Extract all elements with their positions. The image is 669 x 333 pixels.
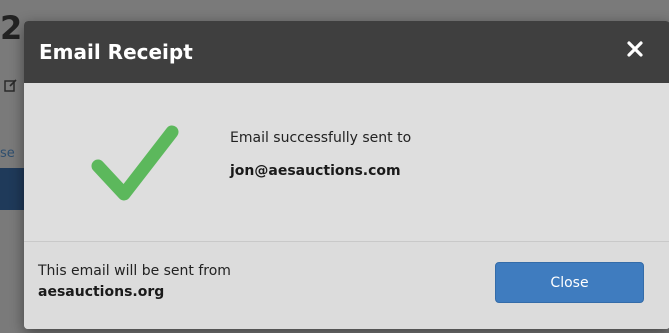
sender-domain: aesauctions.org [38,284,165,300]
close-icon[interactable] [621,35,649,63]
modal-header: Email Receipt [24,21,669,83]
recipient-email: jon@aesauctions.com [230,163,401,179]
modal-title: Email Receipt [39,40,193,64]
edit-icon [4,79,17,92]
background-band [0,168,24,210]
modal-body: Email successfully sent to jon@aesauctio… [24,83,669,241]
checkmark-icon [91,125,179,201]
sender-note: This email will be sent from [38,263,231,279]
status-message: Email successfully sent to [230,130,412,146]
close-button[interactable]: Close [495,262,644,303]
background-text-fragment: se [0,146,15,161]
background-heading: 2 [0,9,23,47]
email-receipt-modal: Email Receipt Email successfully sent to… [24,21,669,329]
modal-footer: This email will be sent from aesauctions… [24,242,669,329]
